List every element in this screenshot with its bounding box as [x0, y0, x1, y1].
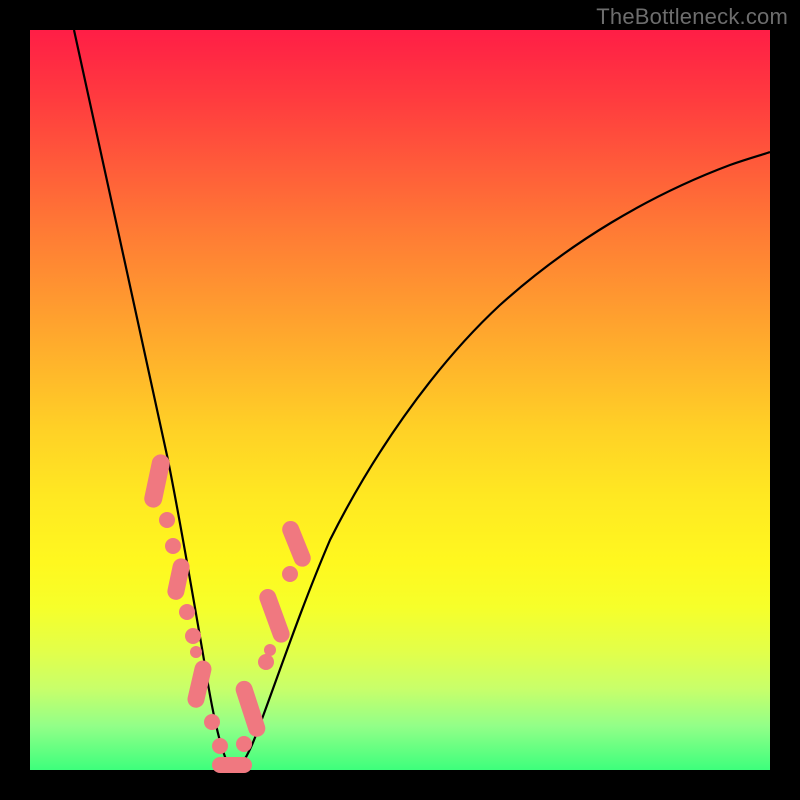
- marker-pill-right-low: [233, 679, 267, 739]
- marker-dot: [165, 538, 181, 554]
- marker-dot: [185, 628, 201, 644]
- marker-dot: [179, 604, 195, 620]
- marker-pill-left-mid: [166, 557, 191, 602]
- chart-frame: TheBottleneck.com: [0, 0, 800, 800]
- marker-dot: [190, 646, 202, 658]
- marker-pill-right-mid: [257, 587, 292, 645]
- marker-dot: [204, 714, 220, 730]
- marker-pill-left-top: [143, 453, 172, 510]
- marker-dot: [264, 644, 276, 656]
- marker-dot: [282, 566, 298, 582]
- marker-dot: [159, 512, 175, 528]
- marker-pill-bottom: [212, 757, 252, 773]
- plot-area: [30, 30, 770, 770]
- bottleneck-curve-svg: [30, 30, 770, 770]
- marker-dot: [212, 738, 228, 754]
- bottleneck-curve-line: [74, 30, 770, 769]
- marker-dot: [258, 654, 274, 670]
- watermark-text: TheBottleneck.com: [596, 4, 788, 30]
- marker-dot: [236, 736, 252, 752]
- marker-pill-right-top: [280, 518, 314, 569]
